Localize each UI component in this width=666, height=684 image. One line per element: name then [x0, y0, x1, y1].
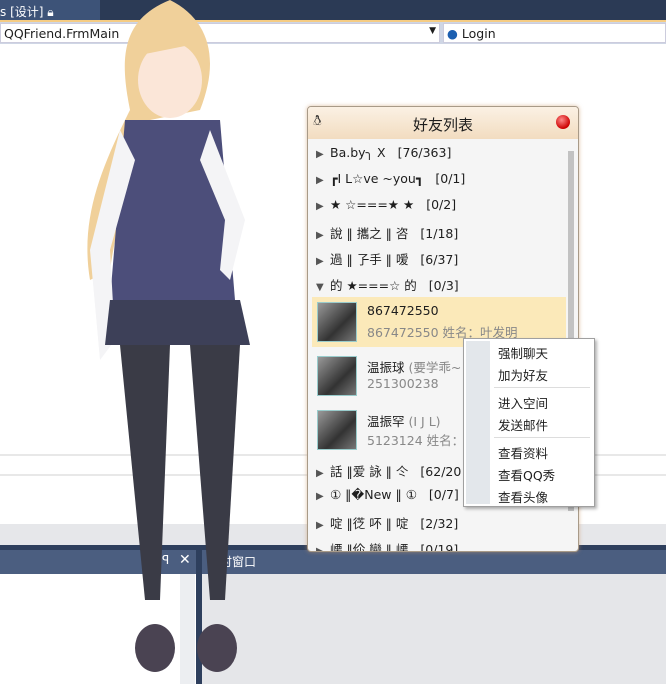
method-icon: ●	[447, 26, 458, 41]
group-name: 的 ★===☆ 的	[330, 278, 417, 293]
friend-group[interactable]: ▶ Ba.by╮ X [76/363]	[316, 145, 451, 165]
friend-detail: 5123124 姓名：温	[367, 433, 477, 448]
close-button[interactable]	[556, 115, 570, 129]
group-count: [2/32]	[420, 516, 459, 531]
collapsed-arrow-icon: ▶	[316, 175, 324, 186]
group-name: ★ ☆===★ ★	[330, 197, 415, 212]
collapsed-arrow-icon: ▶	[316, 546, 324, 552]
friend-group[interactable]: ▶ ★ ☆===★ ★ [0/2]	[316, 197, 456, 217]
menu-item-send-mail[interactable]: 发送邮件	[498, 415, 548, 434]
menu-item-view-avatar[interactable]: 查看头像	[498, 487, 548, 506]
friend-group[interactable]: ▶ ┏I L☆ve ~you┓ [0/1]	[316, 171, 465, 191]
menu-item-view-qq-show[interactable]: 查看QQ秀	[498, 465, 555, 484]
menu-item-view-profile[interactable]: 查看资料	[498, 443, 548, 462]
group-name: ① ‖�New ‖ ①	[330, 487, 417, 502]
chevron-down-icon: ▼	[429, 26, 436, 36]
group-count: [0/19]	[420, 542, 459, 552]
friend-name: 温振罕	[367, 414, 405, 429]
group-name: 說 ‖ 攜之 ‖ 咨	[330, 226, 409, 241]
member-combo-value: Login	[461, 26, 496, 41]
group-count: [0/2]	[426, 197, 457, 212]
avatar	[317, 410, 357, 450]
group-count: [0/3]	[428, 278, 459, 293]
friend-signature: (I J L)	[408, 414, 441, 429]
group-count: [0/7]	[428, 487, 459, 502]
avatar	[317, 302, 357, 342]
friend-detail: 251300238	[367, 376, 439, 391]
friend-group[interactable]: ▼ 的 ★===☆ 的 [0/3]	[316, 275, 459, 295]
collapsed-arrow-icon: ▶	[316, 230, 324, 241]
group-count: [0/1]	[435, 171, 466, 186]
collapsed-arrow-icon: ▶	[316, 468, 324, 479]
group-name: ┏I L☆ve ~you┓	[330, 171, 424, 186]
group-count: [76/363]	[397, 145, 452, 160]
menu-item-force-chat[interactable]: 强制聊天	[498, 343, 548, 362]
menu-icon-strip	[466, 341, 490, 504]
group-count: [62/20	[420, 464, 462, 479]
collapsed-arrow-icon: ▶	[316, 520, 324, 531]
group-name: 話 ‖爱 詠 ‖ 仒	[330, 464, 409, 479]
collapsed-arrow-icon: ▶	[316, 491, 324, 502]
friend-name: 温振球	[367, 360, 405, 375]
friend-group[interactable]: ▶ ① ‖�New ‖ ① [0/7]	[316, 487, 459, 507]
group-count: [1/18]	[420, 226, 459, 241]
window-title: 好友列表	[412, 116, 473, 134]
menu-separator	[494, 437, 590, 438]
friend-group[interactable]: ▶ 崾 ‖伱 戀 ‖ 崾 [0/19]	[316, 539, 459, 552]
context-menu: 强制聊天 加为好友 进入空间 发送邮件 查看资料 查看QQ秀 查看头像	[463, 338, 595, 507]
collapsed-arrow-icon: ▶	[316, 256, 324, 267]
expanded-arrow-icon: ▼	[316, 282, 324, 293]
menu-item-enter-space[interactable]: 进入空间	[498, 393, 548, 412]
group-name: 啶 ‖徔 吥 ‖ 啶	[330, 516, 409, 531]
avatar	[317, 356, 357, 396]
friend-name: 867472550	[367, 303, 439, 318]
member-combo[interactable]: ● Login	[443, 23, 666, 43]
menu-item-add-friend[interactable]: 加为好友	[498, 365, 548, 384]
menu-separator	[494, 387, 590, 388]
lock-icon: 🔒︎	[47, 5, 54, 19]
tab-label: s [设计]	[0, 5, 44, 19]
friend-group[interactable]: ▶ 過 ‖ 孒手 ‖ 嗳 [6/37]	[316, 249, 458, 269]
friend-signature: (要学乖~	[408, 360, 462, 375]
friend-group[interactable]: ▶ 啶 ‖徔 吥 ‖ 啶 [2/32]	[316, 513, 458, 533]
qq-logo-icon: 🐧︎	[313, 113, 322, 129]
group-name: 過 ‖ 孒手 ‖ 嗳	[330, 252, 409, 267]
collapsed-arrow-icon: ▶	[316, 149, 324, 160]
group-name: Ba.by╮ X	[330, 145, 386, 160]
collapsed-arrow-icon: ▶	[316, 201, 324, 212]
friend-group[interactable]: ▶ 話 ‖爱 詠 ‖ 仒 [62/20	[316, 461, 461, 481]
immediate-window-header: 即时窗口	[202, 550, 666, 574]
group-name: 崾 ‖伱 戀 ‖ 崾	[330, 542, 409, 552]
group-count: [6/37]	[420, 252, 459, 267]
window-title-bar[interactable]: 🐧︎ 好友列表	[308, 107, 578, 139]
friend-group[interactable]: ▶ 說 ‖ 攜之 ‖ 咨 [1/18]	[316, 223, 458, 243]
anime-character-image	[87, 0, 250, 672]
